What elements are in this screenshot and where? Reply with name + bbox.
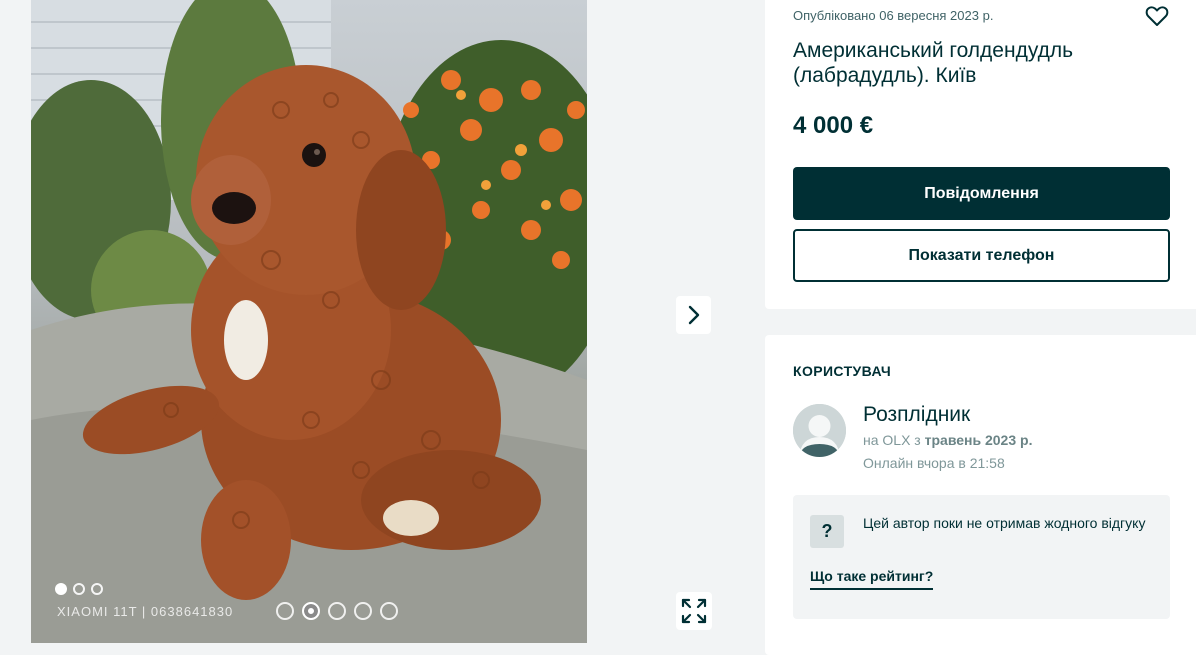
photo-watermark: XIAOMI 11T | 0638641830 bbox=[57, 604, 234, 619]
question-icon: ? bbox=[810, 515, 844, 548]
photo-gallery: XIAOMI 11T | 0638641830 bbox=[0, 0, 750, 643]
user-since-prefix: на OLX з bbox=[863, 432, 925, 448]
chevron-right-icon bbox=[688, 305, 699, 325]
user-since: на OLX з травень 2023 р. bbox=[863, 432, 1032, 448]
user-avatar-icon bbox=[793, 404, 846, 457]
show-phone-button[interactable]: Показати телефон bbox=[793, 229, 1170, 282]
fullscreen-button[interactable] bbox=[676, 592, 712, 630]
slide-indicators bbox=[276, 602, 398, 620]
user-section-heading: КОРИСТУВАЧ bbox=[793, 363, 892, 379]
slide-indicator[interactable] bbox=[328, 602, 346, 620]
message-button[interactable]: Повідомлення bbox=[793, 167, 1170, 220]
favorite-button[interactable] bbox=[1145, 4, 1169, 28]
puppy-photo-illustration bbox=[31, 0, 587, 643]
listing-card: Опубліковано 06 вересня 2023 р. Американ… bbox=[765, 0, 1196, 309]
user-since-date: травень 2023 р. bbox=[924, 432, 1033, 448]
dot bbox=[73, 583, 85, 595]
user-name[interactable]: Розплідник bbox=[863, 403, 970, 427]
user-last-online: Онлайн вчора в 21:58 bbox=[863, 455, 1005, 471]
rating-box: ? Цей автор поки не отримав жодного відг… bbox=[793, 495, 1170, 619]
listing-title: Американський голдендудль (лабрадудль). … bbox=[793, 39, 1074, 87]
rating-info-link[interactable]: Що таке рейтинг? bbox=[810, 568, 934, 590]
dot bbox=[55, 583, 67, 595]
expand-icon bbox=[681, 598, 707, 624]
next-photo-button[interactable] bbox=[676, 296, 711, 334]
listing-price: 4 000 € bbox=[793, 112, 874, 139]
slide-indicator-active[interactable] bbox=[302, 602, 320, 620]
slide-indicator[interactable] bbox=[380, 602, 398, 620]
published-date: Опубліковано 06 вересня 2023 р. bbox=[793, 8, 994, 23]
slide-indicator[interactable] bbox=[354, 602, 372, 620]
slide-indicator[interactable] bbox=[276, 602, 294, 620]
heart-outline-icon bbox=[1145, 6, 1169, 26]
photo-dots bbox=[55, 583, 103, 595]
user-card: КОРИСТУВАЧ Розплідник на OLX з травень 2… bbox=[765, 335, 1196, 655]
rating-text: Цей автор поки не отримав жодного відгук… bbox=[863, 515, 1146, 531]
listing-photo[interactable]: XIAOMI 11T | 0638641830 bbox=[31, 0, 587, 643]
dot bbox=[91, 583, 103, 595]
avatar[interactable] bbox=[793, 404, 846, 457]
